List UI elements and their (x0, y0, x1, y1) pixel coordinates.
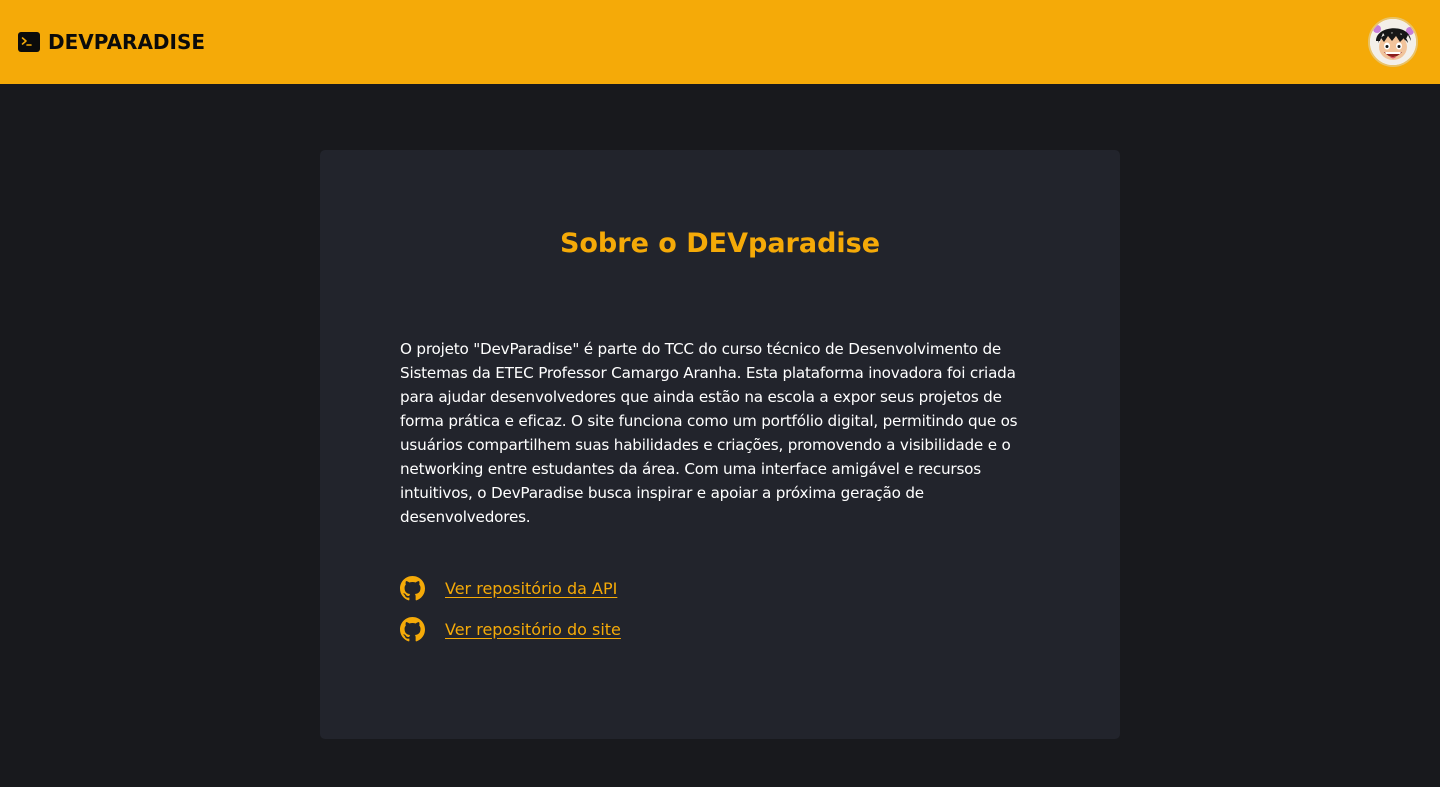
avatar-image (1370, 19, 1416, 65)
api-repository-link[interactable]: Ver repositório da API (445, 579, 617, 598)
about-description: O projeto "DevParadise" é parte do TCC d… (400, 340, 1018, 526)
about-card: Sobre o DEVparadise O projeto "DevParadi… (320, 150, 1120, 739)
brand-name: DEVPARADISE (48, 30, 206, 54)
terminal-icon (18, 32, 40, 52)
github-icon (400, 616, 425, 641)
site-repository-link[interactable]: Ver repositório do site (445, 620, 621, 639)
link-row-site: Ver repositório do site (400, 616, 621, 642)
link-row-api: Ver repositório da API (400, 575, 621, 601)
top-navbar: DEVPARADISE (0, 0, 1440, 84)
page-title: Sobre o DEVparadise (559, 228, 881, 259)
brand-logo-link[interactable]: DEVPARADISE (18, 30, 205, 54)
github-icon (400, 575, 425, 600)
user-avatar[interactable] (1368, 17, 1418, 67)
repository-links: Ver repositório da API Ver repositório d… (400, 575, 621, 657)
